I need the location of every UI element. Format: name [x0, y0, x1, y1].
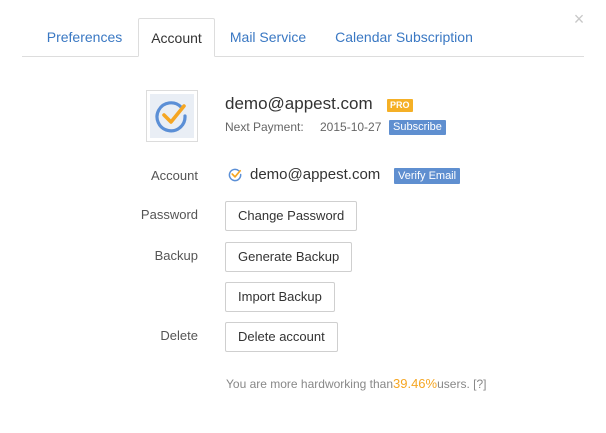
pro-badge: PRO	[387, 99, 413, 112]
change-password-button[interactable]: Change Password	[225, 201, 358, 231]
password-label: Password	[140, 207, 198, 222]
delete-account-button[interactable]: Delete account	[225, 322, 338, 352]
stats-suffix: users.	[437, 377, 470, 391]
delete-label: Delete	[160, 328, 198, 343]
import-backup-button[interactable]: Import Backup	[225, 282, 335, 312]
tab-bar: Preferences Account Mail Service Calenda…	[22, 18, 584, 57]
next-payment-date: 2015-10-27	[320, 120, 382, 134]
tab-preferences[interactable]: Preferences	[34, 18, 135, 56]
tab-account[interactable]: Account	[138, 18, 215, 57]
stats-prefix: You are more hardworking than	[226, 377, 393, 391]
next-payment-label: Next Payment:	[225, 120, 304, 134]
tab-calendar-subscription[interactable]: Calendar Subscription	[324, 18, 484, 56]
subscribe-button[interactable]: Subscribe	[389, 120, 446, 135]
hardworking-stats: You are more hardworking than39.46%users…	[226, 376, 486, 391]
profile-email: demo@appest.com	[225, 94, 373, 113]
verify-email-button[interactable]: Verify Email	[394, 168, 461, 184]
avatar	[146, 90, 198, 142]
backup-label: Backup	[154, 248, 198, 263]
generate-backup-button[interactable]: Generate Backup	[225, 242, 353, 272]
checkmark-icon	[155, 101, 187, 133]
account-email: demo@appest.com	[250, 166, 381, 183]
help-link[interactable]: [?]	[473, 377, 486, 391]
tab-mail-service[interactable]: Mail Service	[220, 18, 316, 56]
account-label: Account	[151, 168, 198, 183]
checkmark-icon	[228, 168, 242, 182]
stats-percent: 39.46%	[393, 376, 438, 391]
